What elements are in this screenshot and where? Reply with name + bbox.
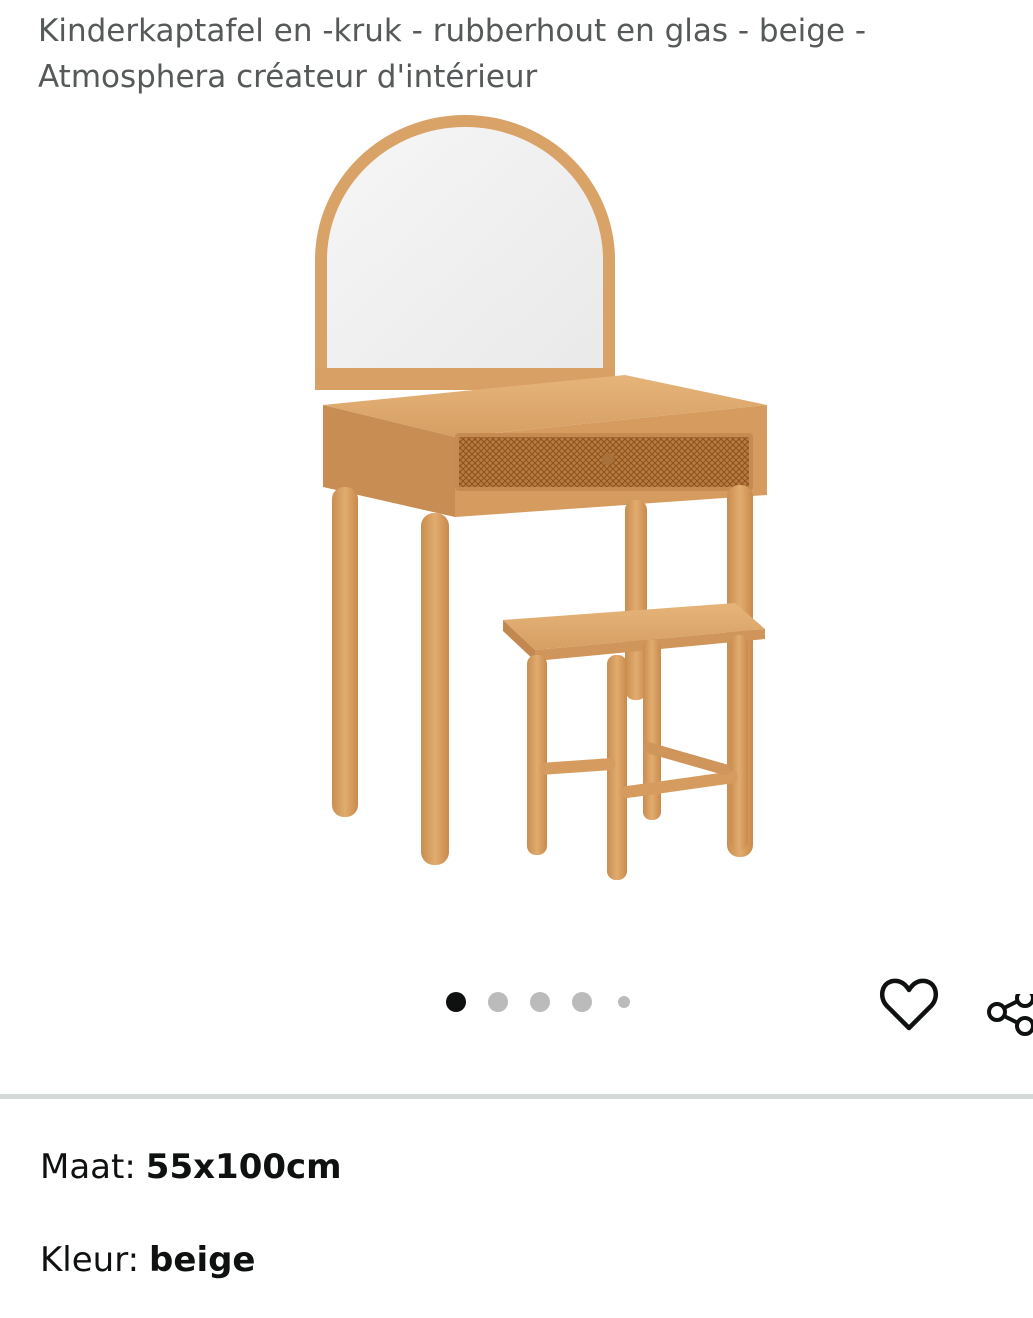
image-carousel-indicator[interactable] [446,990,646,1014]
carousel-dot-5[interactable] [618,996,630,1008]
share-button[interactable] [985,988,1033,1042]
size-variation[interactable]: Maat: 55x100cm [40,1145,342,1189]
vanity-table-with-stool-photo [315,115,767,880]
carousel-dot-4[interactable] [572,992,592,1012]
carousel-dot-2[interactable] [488,992,508,1012]
color-value: beige [149,1240,256,1280]
size-label: Maat: [40,1147,136,1187]
heart-icon [879,978,939,1031]
product-image[interactable] [295,115,785,895]
color-variation[interactable]: Kleur: beige [40,1238,256,1282]
favorite-button[interactable] [878,974,940,1034]
color-label: Kleur: [40,1240,140,1280]
share-icon [987,988,1033,1036]
carousel-dot-1[interactable] [446,992,466,1012]
size-value: 55x100cm [145,1147,342,1187]
section-divider [0,1094,1033,1099]
product-title: Kinderkaptafel en -kruk - rubberhout en … [38,13,867,95]
carousel-dot-3[interactable] [530,992,550,1012]
